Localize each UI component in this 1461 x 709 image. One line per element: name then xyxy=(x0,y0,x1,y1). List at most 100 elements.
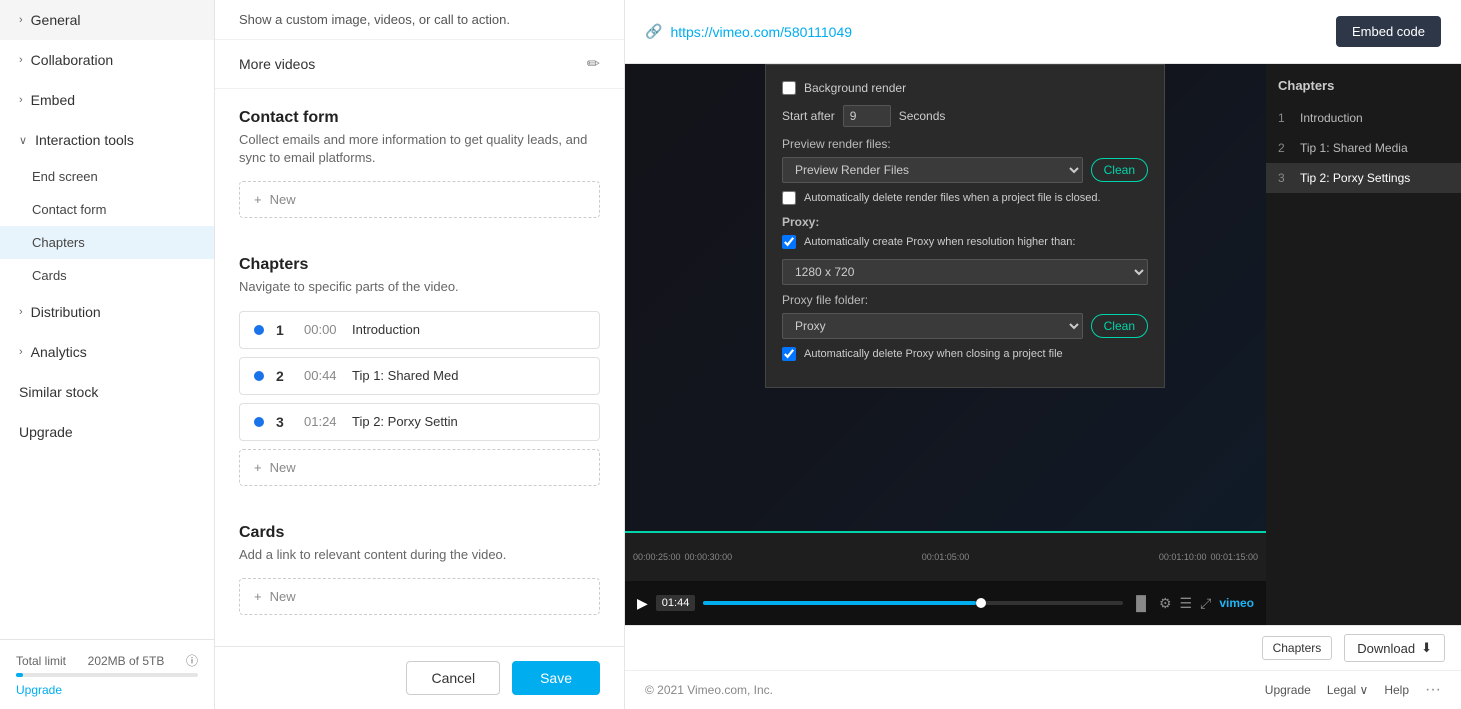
auto-delete-label: Automatically delete render files when a… xyxy=(804,192,1101,204)
proxy-auto-delete-checkbox[interactable] xyxy=(782,347,796,361)
vimeo-logo: vimeo xyxy=(1219,596,1254,610)
chapter-item-2[interactable]: 2 00:44 Tip 1: Shared Med xyxy=(239,357,600,395)
sidebar-subitem-chapters[interactable]: Chapters xyxy=(0,226,214,259)
video-chapter-3[interactable]: 3 Tip 2: Porxy Settings xyxy=(1266,163,1461,193)
upgrade-link[interactable]: Upgrade xyxy=(16,683,62,697)
chapter-time: 01:24 xyxy=(304,414,340,429)
settings-icon[interactable]: ⚙ xyxy=(1159,595,1172,612)
subitem-label: Chapters xyxy=(32,235,85,250)
preview-render-select[interactable]: Preview Render Files xyxy=(782,157,1083,183)
cards-desc: Add a link to relevant content during th… xyxy=(239,546,600,564)
chapter-num: 1 xyxy=(276,322,292,338)
storage-bar-fill xyxy=(16,673,23,677)
chevron-right-icon: › xyxy=(19,306,23,318)
chevron-down-icon: ∨ xyxy=(19,134,27,147)
new-label: New xyxy=(270,589,296,604)
download-label: Download xyxy=(1357,641,1415,656)
video-chapter-2[interactable]: 2 Tip 1: Shared Media xyxy=(1266,133,1461,163)
timeline-time-2: 00:00:30:00 xyxy=(685,552,733,562)
play-button[interactable]: ▶ xyxy=(637,595,648,612)
progress-dot xyxy=(976,598,986,608)
sidebar-item-general[interactable]: › General xyxy=(0,0,214,40)
chapters-tag[interactable]: Chapters xyxy=(1262,636,1333,660)
start-after-input[interactable] xyxy=(843,105,891,127)
sidebar-subitem-contact-form[interactable]: Contact form xyxy=(0,193,214,226)
sidebar: › General › Collaboration › Embed ∨ Inte… xyxy=(0,0,215,709)
sidebar-footer: Total limit 202MB of 5TB ⓘ Upgrade xyxy=(0,639,214,709)
chapter-num: 3 xyxy=(276,414,292,430)
proxy-auto-delete-label: Automatically delete Proxy when closing … xyxy=(804,348,1063,360)
cards-new-btn[interactable]: + New xyxy=(239,578,600,615)
auto-delete-row: Automatically delete render files when a… xyxy=(782,191,1148,205)
save-button[interactable]: Save xyxy=(512,661,600,695)
chapter-new-btn[interactable]: + New xyxy=(239,449,600,486)
sidebar-item-label: Embed xyxy=(31,92,75,108)
chapter-dot xyxy=(254,371,264,381)
embed-code-button[interactable]: Embed code xyxy=(1336,16,1441,47)
plus-icon: + xyxy=(254,460,262,475)
chapter-item-3[interactable]: 3 01:24 Tip 2: Porxy Settin xyxy=(239,403,600,441)
upgrade-footer-link[interactable]: Upgrade xyxy=(1265,683,1311,697)
url-left: 🔗 https://vimeo.com/580111049 xyxy=(645,23,852,40)
proxy-folder-select[interactable]: Proxy xyxy=(782,313,1083,339)
sidebar-item-embed[interactable]: › Embed xyxy=(0,80,214,120)
progress-track[interactable] xyxy=(703,601,1123,605)
timeline-time-3: 00:01:05:00 xyxy=(736,552,1155,562)
edit-icon[interactable]: ✏ xyxy=(587,54,600,74)
more-videos-label: More videos xyxy=(239,56,315,72)
right-footer: © 2021 Vimeo.com, Inc. Upgrade Legal ∨ H… xyxy=(625,670,1461,709)
new-label: New xyxy=(270,192,296,207)
sidebar-item-label: Collaboration xyxy=(31,52,114,68)
proxy-folder-row: Proxy Clean xyxy=(782,313,1148,339)
fullscreen-icon[interactable]: ⤢ xyxy=(1200,595,1211,612)
auto-delete-checkbox[interactable] xyxy=(782,191,796,205)
cards-title: Cards xyxy=(239,524,600,542)
sidebar-subitem-cards[interactable]: Cards xyxy=(0,259,214,292)
sidebar-item-upgrade[interactable]: Upgrade xyxy=(0,412,214,452)
sidebar-item-collaboration[interactable]: › Collaboration xyxy=(0,40,214,80)
clean-button-1[interactable]: Clean xyxy=(1091,158,1148,182)
contact-form-desc: Collect emails and more information to g… xyxy=(239,131,600,167)
right-panel: 🔗 https://vimeo.com/580111049 Embed code… xyxy=(625,0,1461,709)
sidebar-item-label: General xyxy=(31,12,81,28)
video-url[interactable]: https://vimeo.com/580111049 xyxy=(670,24,852,40)
help-footer-link[interactable]: Help xyxy=(1384,683,1409,697)
video-chapter-1[interactable]: 1 Introduction xyxy=(1266,103,1461,133)
new-label: New xyxy=(270,460,296,475)
clean-button-2[interactable]: Clean xyxy=(1091,314,1148,338)
cancel-button[interactable]: Cancel xyxy=(406,661,500,695)
sidebar-subitem-end-screen[interactable]: End screen xyxy=(0,160,214,193)
more-options-icon[interactable]: ··· xyxy=(1425,681,1441,699)
chevron-right-icon: › xyxy=(19,346,23,358)
chapter-entry-num: 2 xyxy=(1278,141,1292,155)
chapter-num: 2 xyxy=(276,368,292,384)
plus-icon: + xyxy=(254,589,262,604)
sidebar-item-distribution[interactable]: › Distribution xyxy=(0,292,214,332)
chapter-item-1[interactable]: 1 00:00 Introduction xyxy=(239,311,600,349)
bars-icon[interactable]: ▐▌ xyxy=(1131,595,1151,611)
chevron-down-icon: ∨ xyxy=(1360,683,1369,697)
subitem-label: End screen xyxy=(32,169,98,184)
chapter-dot xyxy=(254,417,264,427)
bottom-bar: Cancel Save xyxy=(215,646,624,709)
cards-section: Cards Add a link to relevant content dur… xyxy=(239,504,600,633)
legal-footer-link[interactable]: Legal ∨ xyxy=(1327,683,1369,697)
render-overlay: Background render Start after Seconds Pr… xyxy=(765,64,1165,388)
chapter-entry-name: Introduction xyxy=(1300,111,1449,125)
chapter-entry-num: 3 xyxy=(1278,171,1292,185)
chapter-name: Tip 1: Shared Med xyxy=(352,368,585,383)
background-render-checkbox[interactable] xyxy=(782,81,796,95)
download-button[interactable]: Download ⬇ xyxy=(1344,634,1445,662)
sidebar-item-analytics[interactable]: › Analytics xyxy=(0,332,214,372)
sidebar-item-similar-stock[interactable]: Similar stock xyxy=(0,372,214,412)
proxy-folder-label: Proxy file folder: xyxy=(782,293,1148,307)
time-display: 01:44 xyxy=(656,595,696,611)
contact-form-new-btn[interactable]: + New xyxy=(239,181,600,218)
proxy-auto-checkbox[interactable] xyxy=(782,235,796,249)
chapter-name: Introduction xyxy=(352,322,585,337)
proxy-resolution-select[interactable]: 1280 x 720 xyxy=(782,259,1148,285)
sidebar-item-interaction-tools[interactable]: ∨ Interaction tools xyxy=(0,120,214,160)
timeline-time-1: 00:00:25:00 xyxy=(633,552,681,562)
background-render-label: Background render xyxy=(804,81,906,95)
list-icon[interactable]: ☰ xyxy=(1180,595,1193,612)
